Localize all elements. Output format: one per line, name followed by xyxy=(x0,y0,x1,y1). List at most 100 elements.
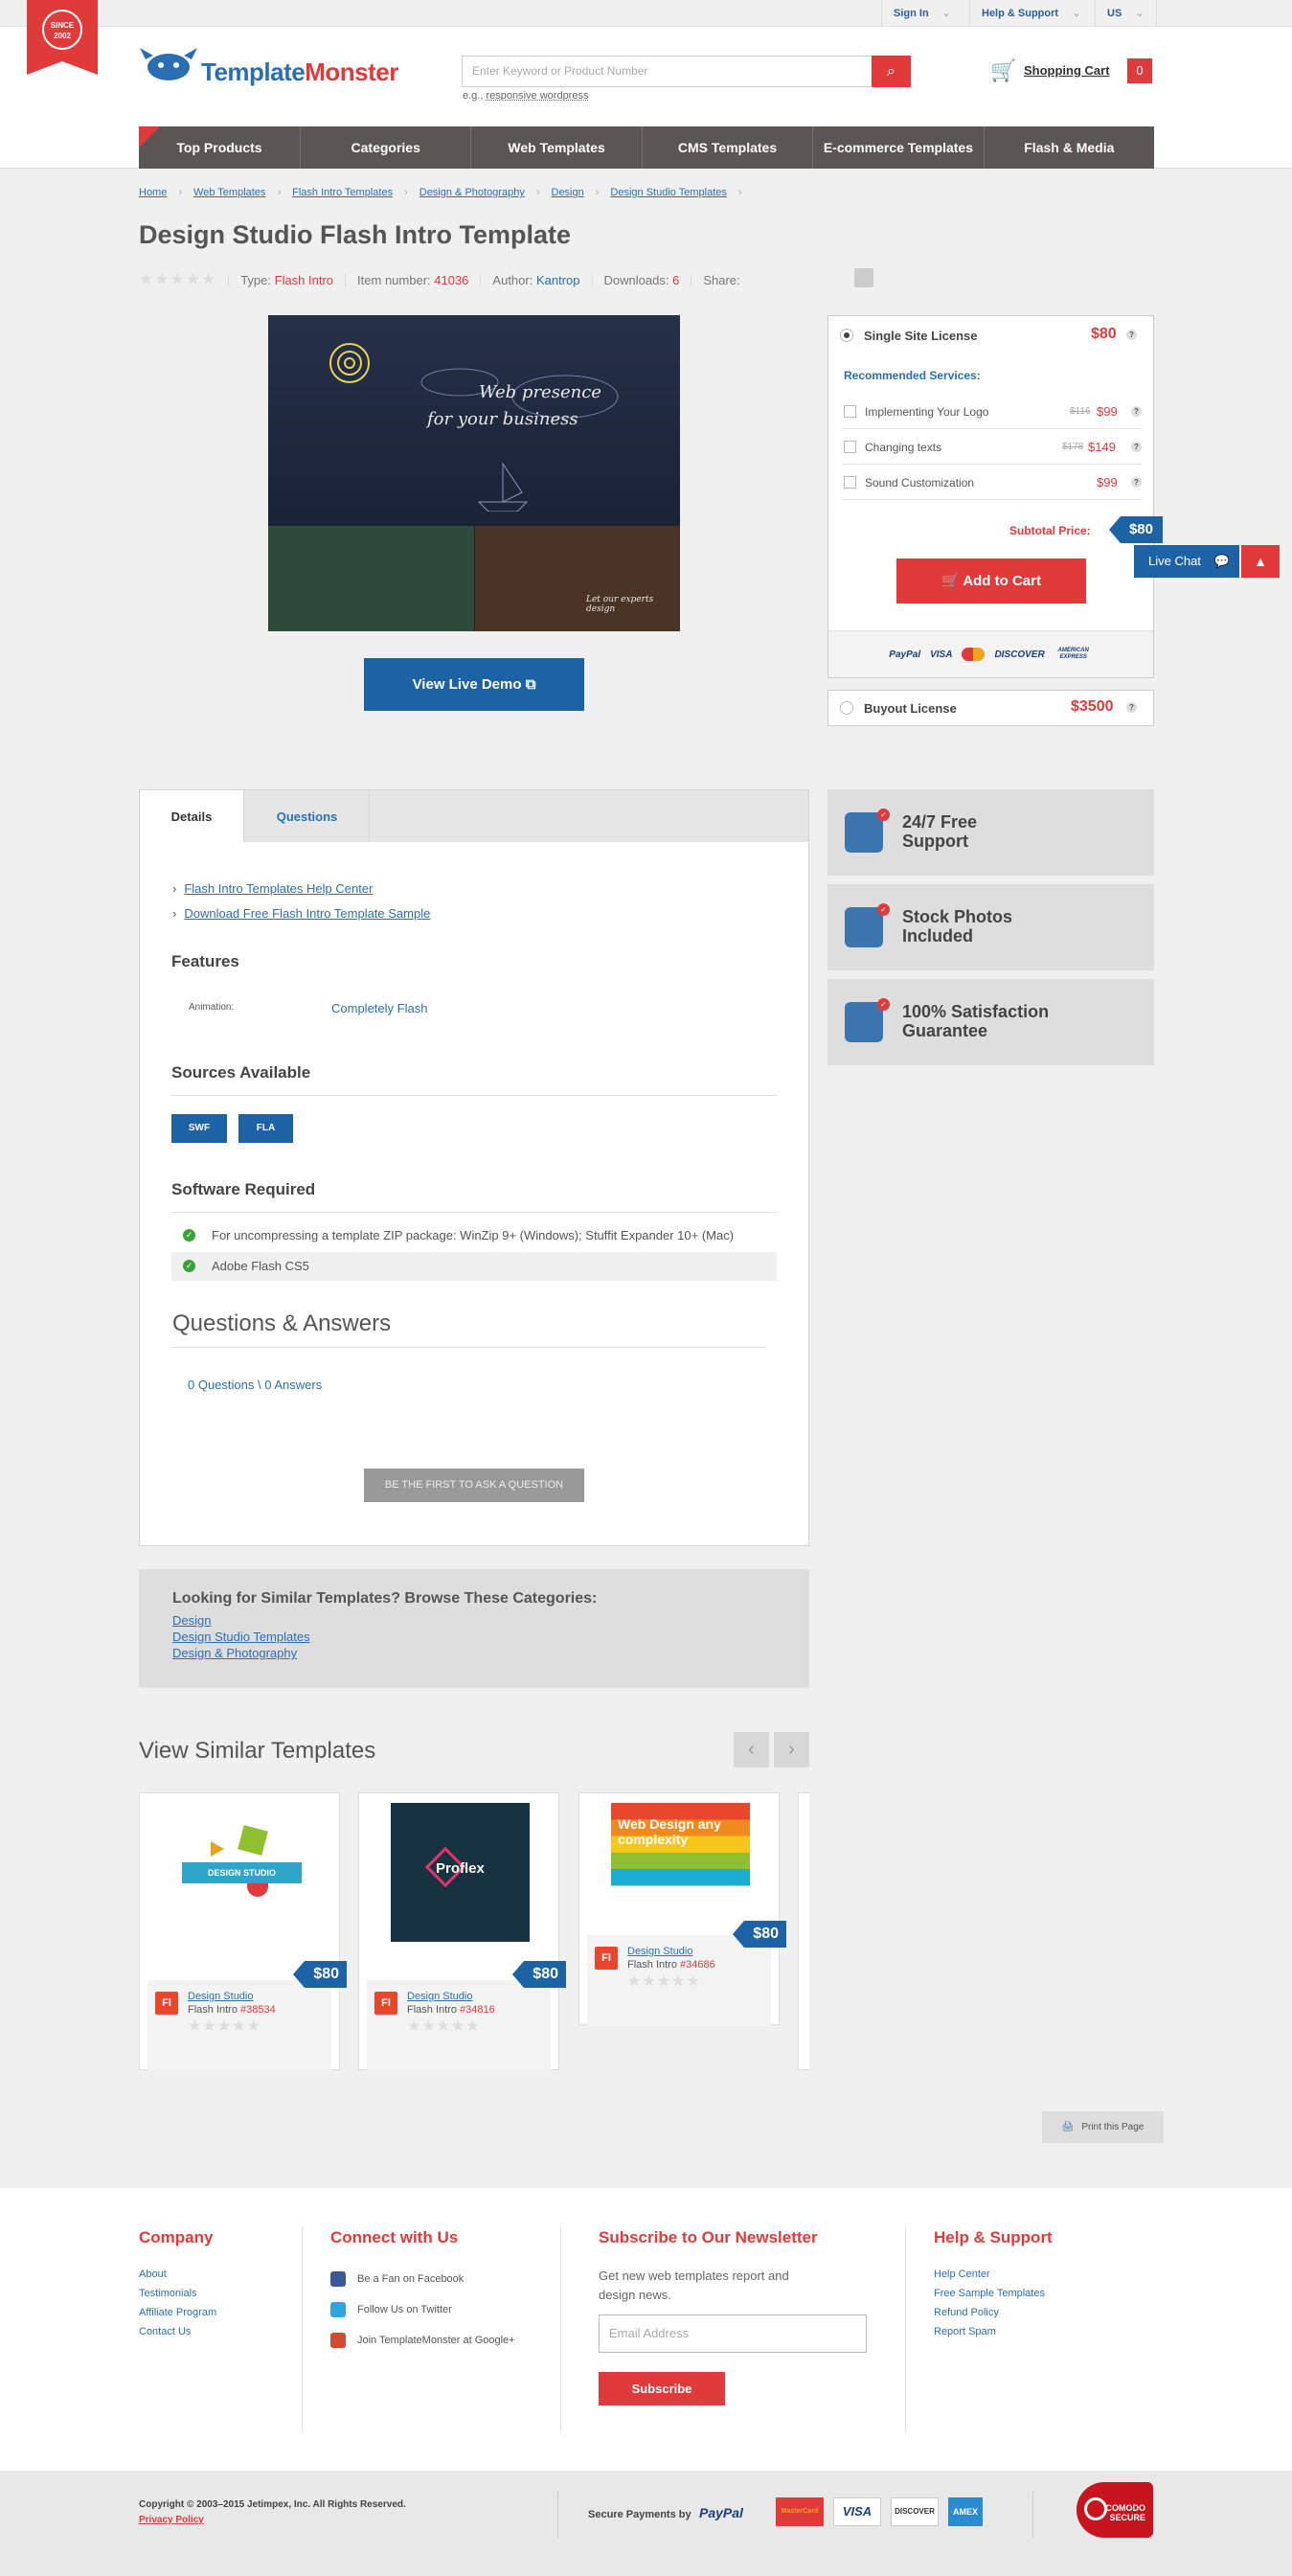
software-heading: Software Required xyxy=(171,1180,316,1198)
service-row[interactable]: Sound Customization $99 ? xyxy=(842,465,1142,500)
search-input[interactable]: Enter Keyword or Product Number xyxy=(462,56,873,87)
facebook-link[interactable]: Be a Fan on Facebook xyxy=(330,2271,464,2287)
source-fla-button[interactable]: FLA xyxy=(238,1114,293,1143)
ask-question-button[interactable]: BE THE FIRST TO ASK A QUESTION xyxy=(364,1469,584,1502)
author-link[interactable]: Kantrop xyxy=(536,273,580,287)
print-page-button[interactable]: 🖨 Print this Page xyxy=(1042,2111,1164,2143)
footer-link[interactable]: Help Center xyxy=(934,2268,990,2280)
footer-connect-heading: Connect with Us xyxy=(330,2228,459,2246)
tab-questions[interactable]: Questions xyxy=(245,790,370,843)
paypal-logo: PayPal xyxy=(889,649,921,660)
cart-icon[interactable]: 🛒 xyxy=(990,58,1016,83)
category-link[interactable]: Design Studio Templates xyxy=(172,1630,310,1644)
card-footer: Fl Design Studio Flash Intro #38534 ★★★★… xyxy=(147,1980,331,2071)
template-card[interactable]: Web Design any complexity Fl Design Stud… xyxy=(578,1792,786,2026)
footer-link[interactable]: Refund Policy xyxy=(934,2307,999,2318)
shopping-cart-link[interactable]: Shopping Cart xyxy=(1024,63,1110,78)
share-icon[interactable] xyxy=(854,268,873,287)
meta-downloads: Downloads: 6 xyxy=(591,272,691,287)
search-hint-link[interactable]: responsive wordpress xyxy=(486,90,588,102)
carousel-prev-button[interactable]: ‹ xyxy=(734,1732,769,1767)
qa-count-link[interactable]: 0 Questions \ 0 Answers xyxy=(188,1378,322,1392)
breadcrumb-item[interactable]: Design Studio Templates xyxy=(610,187,726,198)
nav-top-products[interactable]: Top Products xyxy=(139,126,301,169)
template-preview-image[interactable]: Web presence for your business Let our e… xyxy=(268,315,680,631)
logo-mascot-icon[interactable] xyxy=(140,46,197,84)
chevron-down-icon: ⌄ xyxy=(941,8,951,19)
twitter-icon xyxy=(330,2302,346,2317)
similar-templates-heading: View Similar Templates xyxy=(139,1738,376,1764)
tab-details[interactable]: Details xyxy=(140,790,244,843)
footer-link[interactable]: Report Spam xyxy=(934,2326,996,2337)
type-link[interactable]: Flash Intro xyxy=(275,273,333,287)
source-swf-button[interactable]: SWF xyxy=(171,1114,227,1143)
amex-logo: AMEX xyxy=(948,2497,983,2526)
help-center-link[interactable]: › Flash Intro Templates Help Center xyxy=(172,881,373,896)
card-title-link[interactable]: Design Studio xyxy=(627,1946,693,1957)
twitter-link[interactable]: Follow Us on Twitter xyxy=(330,2302,452,2317)
help-question-icon[interactable]: ? xyxy=(1131,442,1142,452)
divider xyxy=(905,2226,906,2432)
site-logo[interactable]: TemplateMonster xyxy=(201,57,398,87)
buyout-license-radio[interactable] xyxy=(840,701,853,715)
footer-company-heading: Company xyxy=(139,2228,214,2246)
footer-link[interactable]: About xyxy=(139,2268,167,2280)
breadcrumb-item[interactable]: Design xyxy=(552,187,584,198)
breadcrumb-item[interactable]: Web Templates xyxy=(193,187,265,198)
template-thumbnail[interactable]: Web Design any complexity xyxy=(579,1793,779,1932)
nav-ecommerce-templates[interactable]: E-commerce Templates xyxy=(813,126,985,169)
add-to-cart-button[interactable]: 🛒 Add to Cart xyxy=(896,559,1086,604)
payment-methods: PayPal VISA MC DISCOVER AMERICAN EXPRESS xyxy=(828,630,1153,677)
live-chat-button[interactable]: Live Chat 💬 xyxy=(1134,545,1239,578)
help-question-icon[interactable]: ? xyxy=(1126,330,1137,340)
nav-flash-media[interactable]: Flash & Media xyxy=(985,126,1154,169)
cart-count-badge[interactable]: 0 xyxy=(1127,58,1152,83)
template-thumbnail[interactable]: DESIGN STUDIO xyxy=(140,1793,339,1975)
nav-web-templates[interactable]: Web Templates xyxy=(471,126,643,169)
help-question-icon[interactable]: ? xyxy=(1131,406,1142,417)
play-triangle-icon xyxy=(211,1841,224,1857)
subscribe-button[interactable]: Subscribe xyxy=(599,2372,725,2405)
nav-categories[interactable]: Categories xyxy=(301,126,472,169)
search-button[interactable]: ⌕ xyxy=(872,56,911,87)
scroll-top-button[interactable]: ▲ xyxy=(1241,545,1280,578)
single-license-radio[interactable] xyxy=(840,329,853,342)
locale-selector[interactable]: US ⌄ xyxy=(1095,0,1157,27)
help-question-icon[interactable]: ? xyxy=(1126,702,1137,713)
rating-stars[interactable]: ★★★★★ xyxy=(139,270,216,289)
service-checkbox[interactable] xyxy=(844,441,856,453)
carousel-next-button[interactable]: › xyxy=(774,1732,809,1767)
category-link[interactable]: Design & Photography xyxy=(172,1646,297,1660)
sign-in-link[interactable]: Sign In ⌄ xyxy=(881,0,963,27)
service-label: Changing texts xyxy=(865,441,942,454)
breadcrumb-item[interactable]: Flash Intro Templates xyxy=(292,187,393,198)
card-title-link[interactable]: Design Studio xyxy=(188,1991,254,2002)
breadcrumb-item[interactable]: Home xyxy=(139,187,167,198)
free-sample-link[interactable]: › Download Free Flash Intro Template Samp… xyxy=(172,906,430,921)
privacy-policy-link[interactable]: Privacy Policy xyxy=(139,2515,204,2525)
footer-link[interactable]: Free Sample Templates xyxy=(934,2288,1045,2299)
breadcrumb-separator: › xyxy=(277,187,282,198)
footer-link[interactable]: Testimonials xyxy=(139,2288,197,2299)
template-thumbnail[interactable]: Proflex xyxy=(359,1793,558,1975)
divider xyxy=(171,1095,777,1096)
breadcrumb-item[interactable]: Design & Photography xyxy=(419,187,525,198)
template-card[interactable]: DESIGN STUDIO Fl Design Studio Flash Int… xyxy=(139,1792,347,2071)
feature-satisfaction: ✓ 100% Satisfaction Guarantee xyxy=(827,979,1154,1065)
service-checkbox[interactable] xyxy=(844,405,856,418)
nav-cms-templates[interactable]: CMS Templates xyxy=(643,126,814,169)
footer-link[interactable]: Contact Us xyxy=(139,2326,191,2337)
service-row[interactable]: Changing texts $178 $149 ? xyxy=(842,429,1142,465)
email-field[interactable]: Email Address xyxy=(599,2314,867,2353)
template-card[interactable]: Proflex Fl Design Studio Flash Intro #34… xyxy=(358,1792,566,2071)
preview-subheadline: for your business xyxy=(427,409,578,429)
card-title-link[interactable]: Design Studio xyxy=(407,1991,473,2002)
service-checkbox[interactable] xyxy=(844,476,856,489)
category-link[interactable]: Design xyxy=(172,1613,211,1628)
help-support-link[interactable]: Help & Support ⌄ xyxy=(969,0,1092,27)
service-row[interactable]: Implementing Your Logo $116 $99 ? xyxy=(842,394,1142,429)
help-question-icon[interactable]: ? xyxy=(1131,477,1142,488)
google-plus-link[interactable]: Join TemplateMonster at Google+ xyxy=(330,2333,515,2348)
footer-link[interactable]: Affiliate Program xyxy=(139,2307,216,2318)
view-live-demo-button[interactable]: View Live Demo ⧉ xyxy=(364,658,584,711)
